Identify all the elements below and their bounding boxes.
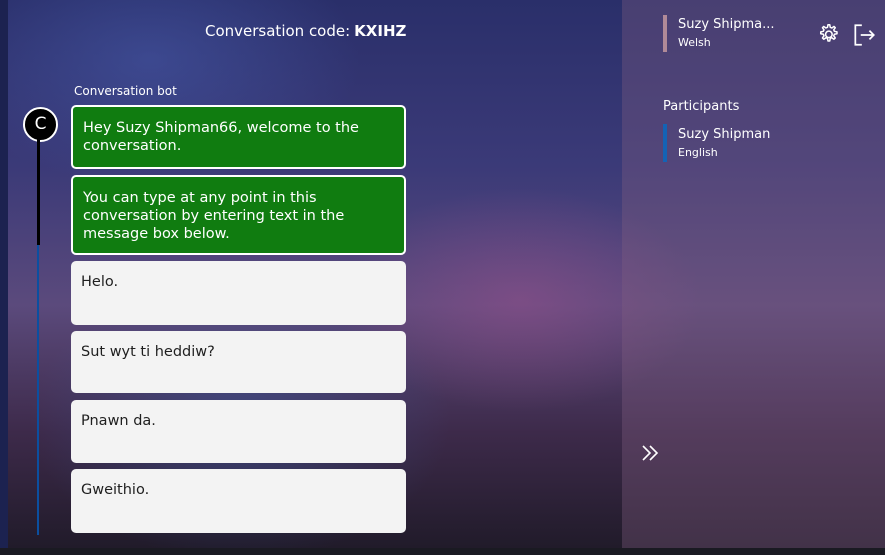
- participants-panel: [622, 0, 885, 548]
- current-user-accent: [663, 15, 667, 52]
- expand-panel-button[interactable]: [638, 441, 662, 465]
- message-text: Gweithio.: [81, 482, 150, 498]
- conversation-app: Conversation code: KXIHZ Conversation bot…: [0, 0, 885, 555]
- conversation-code-value: KXIHZ: [354, 22, 407, 40]
- message-bubble-user: Gweithio.: [71, 469, 406, 533]
- bot-avatar: C: [23, 107, 58, 142]
- message-bubble-bot: You can type at any point in this conver…: [71, 175, 406, 255]
- window-bottom-edge: [0, 548, 885, 555]
- message-text: Sut wyt ti heddiw?: [81, 344, 215, 360]
- message-text: You can type at any point in this conver…: [83, 190, 345, 242]
- message-bubble-user: Helo.: [71, 261, 406, 325]
- participants-heading: Participants: [663, 99, 740, 114]
- current-user-language: Welsh: [678, 36, 711, 49]
- message-text: Pnawn da.: [81, 413, 156, 429]
- exit-icon: [854, 24, 875, 46]
- message-text: Helo.: [81, 274, 119, 290]
- participant-accent: [663, 124, 667, 162]
- timeline-bot-segment: [37, 138, 40, 245]
- current-user-name: Suzy Shipma...: [678, 17, 775, 32]
- participant-name: Suzy Shipman: [678, 127, 771, 142]
- window-edge: [0, 0, 8, 555]
- message-text: Hey Suzy Shipman66, welcome to the conve…: [83, 120, 359, 154]
- message-bubble-user: Pnawn da.: [71, 400, 406, 463]
- settings-button[interactable]: [815, 22, 841, 48]
- message-bubble-user: Sut wyt ti heddiw?: [71, 331, 406, 393]
- gear-icon: [819, 23, 838, 42]
- exit-button[interactable]: [851, 22, 877, 48]
- sender-label: Conversation bot: [74, 84, 177, 98]
- double-chevron-right-icon: [642, 445, 659, 461]
- conversation-code-label: Conversation code:: [205, 22, 351, 40]
- message-bubble-bot: Hey Suzy Shipman66, welcome to the conve…: [71, 105, 406, 169]
- conversation-code-header: Conversation code: KXIHZ: [205, 22, 406, 40]
- timeline-user-segment: [37, 245, 39, 535]
- participant-item[interactable]: Suzy Shipman English: [663, 124, 853, 162]
- participant-language: English: [678, 146, 718, 159]
